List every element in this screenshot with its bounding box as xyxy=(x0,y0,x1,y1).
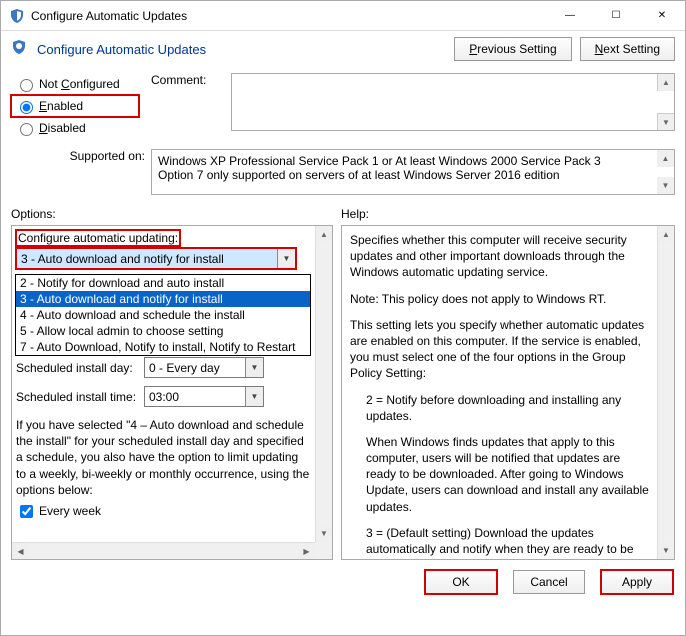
scroll-down-icon[interactable]: ▼ xyxy=(658,542,674,559)
config-updating-value: 3 - Auto download and notify for install xyxy=(21,252,224,266)
options-header: Options: xyxy=(11,207,341,221)
dropdown-option[interactable]: 7 - Auto Download, Notify to install, No… xyxy=(16,339,310,355)
help-paragraph: 2 = Notify before downloading and instal… xyxy=(350,392,649,424)
chevron-down-icon[interactable]: ▼ xyxy=(277,249,295,268)
comment-field[interactable]: ▲ ▼ xyxy=(231,73,675,131)
config-updating-select[interactable]: 3 - Auto download and notify for install… xyxy=(16,248,296,269)
scrollbar-vertical[interactable]: ▲ ▼ xyxy=(315,226,332,542)
sched-time-select[interactable]: 03:00 ▼ xyxy=(144,386,264,407)
previous-setting-button[interactable]: Previous Setting xyxy=(454,37,571,61)
supported-text: Windows XP Professional Service Pack 1 o… xyxy=(158,154,601,182)
help-paragraph: When Windows finds updates that apply to… xyxy=(350,434,649,515)
scroll-down-icon[interactable]: ▼ xyxy=(657,113,674,130)
supported-label: Supported on: xyxy=(11,149,151,163)
config-updating-label: Configure automatic updating: xyxy=(18,231,178,245)
policy-state-row: Not Configured Enabled Disabled Comment:… xyxy=(1,73,685,139)
scroll-up-icon[interactable]: ▲ xyxy=(658,226,674,243)
supported-row: Supported on: Windows XP Professional Se… xyxy=(1,139,685,201)
schedule-note: If you have selected "4 – Auto download … xyxy=(16,417,311,498)
help-paragraph: This setting lets you specify whether au… xyxy=(350,317,649,382)
policy-title: Configure Automatic Updates xyxy=(37,42,454,57)
help-paragraph: Specifies whether this computer will rec… xyxy=(350,232,649,281)
dropdown-option[interactable]: 4 - Auto download and schedule the insta… xyxy=(16,307,310,323)
scroll-up-icon[interactable]: ▲ xyxy=(657,74,674,91)
scroll-down-icon[interactable]: ▼ xyxy=(316,525,332,542)
help-paragraph: Note: This policy does not apply to Wind… xyxy=(350,291,649,307)
supported-field: Windows XP Professional Service Pack 1 o… xyxy=(151,149,675,195)
dropdown-option[interactable]: 5 - Allow local admin to choose setting xyxy=(16,323,310,339)
help-paragraph: 3 = (Default setting) Download the updat… xyxy=(350,525,649,560)
scroll-down-icon[interactable]: ▼ xyxy=(657,177,674,194)
options-panel: Configure automatic updating: 3 - Auto d… xyxy=(11,225,333,560)
ok-button[interactable]: OK xyxy=(425,570,497,594)
scrollbar-vertical[interactable]: ▲ ▼ xyxy=(657,226,674,559)
help-panel: Specifies whether this computer will rec… xyxy=(341,225,675,560)
sched-day-value: 0 - Every day xyxy=(149,361,220,375)
radio-disabled[interactable]: Disabled xyxy=(11,117,151,139)
column-headers: Options: Help: xyxy=(1,201,685,225)
policy-icon xyxy=(9,8,25,24)
maximize-button[interactable]: ☐ xyxy=(593,1,639,31)
window-title: Configure Automatic Updates xyxy=(31,9,547,23)
scroll-right-icon[interactable]: ▶ xyxy=(298,543,315,559)
scroll-corner xyxy=(315,542,332,559)
radio-not-configured[interactable]: Not Configured xyxy=(11,73,151,95)
dialog-footer: OK Cancel Apply xyxy=(1,560,685,594)
header: Configure Automatic Updates Previous Set… xyxy=(1,31,685,73)
dropdown-option[interactable]: 2 - Notify for download and auto install xyxy=(16,275,310,291)
sched-time-label: Scheduled install time: xyxy=(16,390,144,404)
chevron-down-icon[interactable]: ▼ xyxy=(245,387,263,406)
radio-enabled[interactable]: Enabled xyxy=(11,95,139,117)
policy-icon xyxy=(11,39,31,59)
titlebar: Configure Automatic Updates — ☐ ✕ xyxy=(1,1,685,31)
close-button[interactable]: ✕ xyxy=(639,1,685,31)
config-updating-dropdown[interactable]: 2 - Notify for download and auto install… xyxy=(15,274,311,356)
every-week-checkbox[interactable]: Every week xyxy=(16,502,311,521)
comment-label: Comment: xyxy=(151,73,231,131)
every-week-label: Every week xyxy=(39,504,101,518)
sched-time-value: 03:00 xyxy=(149,390,179,404)
sched-day-label: Scheduled install day: xyxy=(16,361,144,375)
scroll-up-icon[interactable]: ▲ xyxy=(657,150,674,167)
dropdown-option-selected[interactable]: 3 - Auto download and notify for install xyxy=(16,291,310,307)
scroll-up-icon[interactable]: ▲ xyxy=(316,226,332,243)
sched-day-select[interactable]: 0 - Every day ▼ xyxy=(144,357,264,378)
chevron-down-icon[interactable]: ▼ xyxy=(245,358,263,377)
scrollbar-horizontal[interactable]: ◀ ▶ xyxy=(12,542,315,559)
scroll-left-icon[interactable]: ◀ xyxy=(12,543,29,559)
help-text: Specifies whether this computer will rec… xyxy=(342,226,657,559)
next-setting-button[interactable]: Next Setting xyxy=(580,37,675,61)
cancel-button[interactable]: Cancel xyxy=(513,570,585,594)
minimize-button[interactable]: — xyxy=(547,1,593,31)
help-header: Help: xyxy=(341,207,369,221)
apply-button[interactable]: Apply xyxy=(601,570,673,594)
